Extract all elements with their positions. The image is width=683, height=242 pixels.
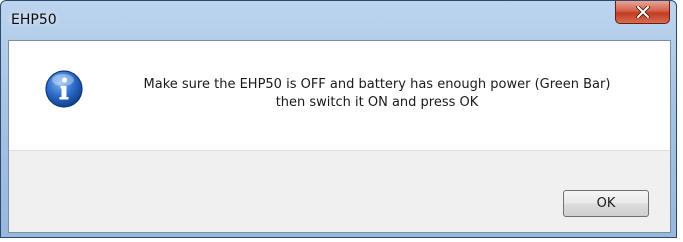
message-text: Make sure the EHP50 is OFF and battery h… [97,76,657,112]
message-dialog-window: EHP50 Make sure the EHP50 is OFF and bat… [0,0,677,238]
message-area: Make sure the EHP50 is OFF and battery h… [9,41,670,150]
dialog-client-area: Make sure the EHP50 is OFF and battery h… [8,40,671,233]
button-bar: OK [9,150,670,232]
close-icon [635,6,650,18]
info-icon [45,70,83,108]
message-line-1: Make sure the EHP50 is OFF and battery h… [143,77,611,92]
title-bar[interactable]: EHP50 [1,1,676,41]
window-title: EHP50 [11,12,57,28]
ok-button[interactable]: OK [563,190,649,217]
close-button[interactable] [615,1,670,24]
message-line-2: then switch it ON and press OK [275,95,479,110]
